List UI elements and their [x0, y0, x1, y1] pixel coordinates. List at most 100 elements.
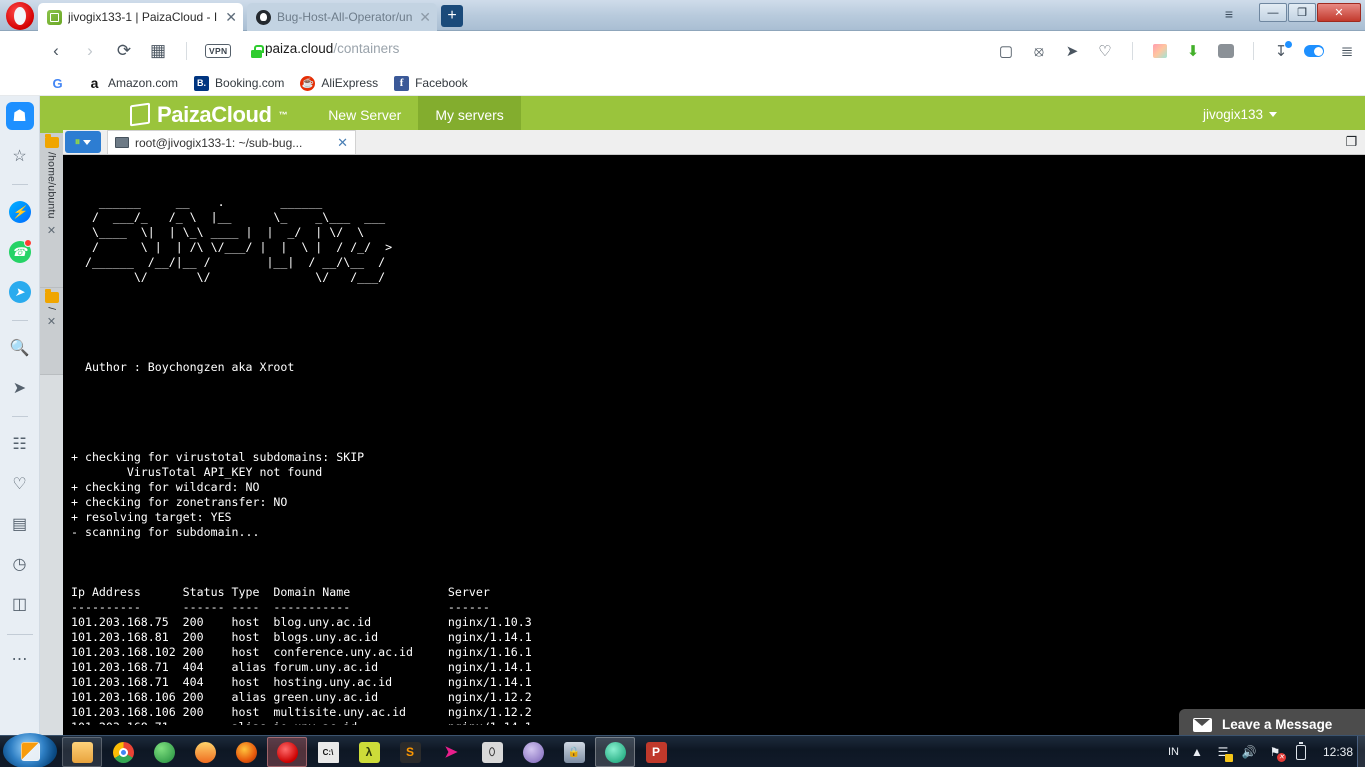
action-center-flag-icon[interactable]: ⚑ ✕ [1267, 744, 1286, 762]
forward-icon[interactable]: › [80, 41, 100, 61]
close-icon[interactable]: ✕ [47, 315, 56, 328]
grid-icon[interactable]: ☷ [6, 430, 34, 458]
taskbar-teamviewer-app[interactable] [595, 737, 635, 767]
file-tab-root[interactable]: / ✕ [40, 288, 63, 375]
terminal-menu-button[interactable]: ⏸ [65, 131, 101, 153]
bookmark-google[interactable]: G [50, 76, 71, 91]
battery-icon[interactable] [1293, 742, 1309, 760]
vpn-badge[interactable]: VPN [205, 44, 232, 58]
table-row: 101.203.168.81 200 host blogs.uny.ac.id … [71, 630, 532, 644]
lambda-app-icon: λ [358, 741, 380, 763]
close-icon[interactable]: ✕ [419, 10, 431, 24]
address-bar[interactable]: paiza.cloud/containers [265, 41, 399, 56]
taskbar-usb-device[interactable]: ⬯ [472, 737, 512, 767]
terminal-tab[interactable]: root@jivogix133-1: ~/sub-bug... ✕ [107, 130, 356, 154]
tab-menu-icon[interactable]: ≡ [1218, 5, 1240, 25]
google-chrome-icon [112, 741, 134, 763]
clock[interactable]: 12:38 [1323, 745, 1353, 759]
status-line: - scanning for subdomain... [71, 525, 260, 539]
taskbar-lambda-app[interactable]: λ [349, 737, 389, 767]
bookmark-label: Amazon.com [108, 76, 179, 90]
opera-logo-icon[interactable] [6, 2, 34, 30]
close-icon[interactable]: ✕ [337, 135, 348, 151]
send-icon[interactable]: ➤ [1062, 41, 1082, 61]
file-tab-home-ubuntu[interactable]: /home/ubuntu ✕ [40, 133, 63, 288]
paizacloud-logo[interactable]: PaizaCloud ™ [130, 102, 288, 128]
sidebar-item-whatsapp[interactable]: ☎ [6, 238, 34, 266]
show-hidden-icons-icon[interactable]: ▲ [1189, 744, 1205, 760]
taskbar-cursor-app[interactable]: ➤ [431, 737, 471, 767]
search-icon[interactable]: 🔍 [6, 334, 34, 362]
file-explorer-icon [71, 741, 93, 763]
taskbar-file-explorer[interactable] [62, 737, 102, 767]
status-line: + checking for wildcard: NO [71, 480, 260, 494]
bookmark-amazon[interactable]: a Amazon.com [87, 75, 179, 91]
reload-icon[interactable]: ⟳ [114, 41, 134, 61]
clock-icon[interactable]: ◷ [6, 550, 34, 578]
easy-setup-icon[interactable]: ≣ [1337, 41, 1357, 61]
downloads-icon[interactable]: ↧ [1271, 41, 1292, 61]
new-tab-button[interactable]: + [441, 5, 463, 27]
taskbar-safe-app[interactable]: 🔒 [554, 737, 594, 767]
divider [11, 320, 28, 321]
messenger-icon[interactable] [1216, 41, 1236, 61]
terminal-output[interactable]: ______ __ . ______ / ___/_ /_ \ |__ \_ _… [63, 155, 1365, 735]
shield-block-icon[interactable]: ⦻ [1029, 41, 1049, 61]
back-icon[interactable]: ‹ [46, 41, 66, 61]
taskbar-p-app[interactable]: P [636, 737, 676, 767]
cube-icon[interactable]: ◫ [6, 590, 34, 618]
maximize-button[interactable]: ❐ [1288, 3, 1316, 22]
paizacloud-header: PaizaCloud ™ New Server My servers jivog… [40, 96, 1365, 133]
taskbar-firefox[interactable] [226, 737, 266, 767]
browser-tab-inactive[interactable]: Bug-Host-All-Operator/un ✕ [247, 3, 437, 31]
close-icon[interactable]: ✕ [225, 10, 237, 24]
folder-icon [44, 289, 59, 303]
taskbar-purple-app[interactable] [513, 737, 553, 767]
bookmark-booking[interactable]: B. Booking.com [194, 75, 284, 91]
bookmark-aliexpress[interactable]: ☕ AliExpress [300, 75, 378, 91]
more-icon[interactable]: ⋯ [6, 645, 34, 673]
nav-my-servers[interactable]: My servers [418, 96, 521, 133]
copy-icon[interactable]: ❐ [1344, 134, 1359, 149]
bookmark-facebook[interactable]: f Facebook [394, 75, 468, 91]
browser-tab-title: Bug-Host-All-Operator/un [277, 10, 413, 24]
crypto-cube-icon[interactable] [1150, 41, 1170, 61]
taskbar-sublime-text[interactable]: S [390, 737, 430, 767]
close-window-button[interactable]: ✕ [1317, 3, 1361, 22]
heart-icon[interactable]: ♡ [1095, 41, 1115, 61]
taskbar-green-browser[interactable] [144, 737, 184, 767]
speed-dial-icon[interactable]: ▦ [148, 41, 168, 61]
camera-icon[interactable]: ▢ [996, 41, 1016, 61]
download-green-icon[interactable]: ⬇ [1183, 41, 1203, 61]
sidebar-item-messenger[interactable]: ⚡ [6, 198, 34, 226]
sidebar-item-speed-dial[interactable]: ☆ [6, 142, 34, 170]
paiza-file-tabs: /home/ubuntu ✕ / ✕ [40, 133, 63, 735]
taskbar-google-chrome[interactable] [103, 737, 143, 767]
table-row: 101.203.168.75 200 host blog.uny.ac.id n… [71, 615, 532, 629]
user-menu[interactable]: jivogix133 [1203, 107, 1277, 122]
news-icon[interactable]: ▤ [6, 510, 34, 538]
sidebar-item-telegram[interactable]: ➤ [6, 278, 34, 306]
sidebar-toggle-icon[interactable] [1304, 41, 1324, 61]
minimize-button[interactable]: — [1259, 3, 1287, 22]
cursor-icon[interactable]: ➤ [6, 374, 34, 402]
taskbar-command-prompt[interactable]: C:\ [308, 737, 348, 767]
teamviewer-app-icon [604, 741, 626, 763]
taskbar-opera-browser[interactable] [267, 737, 307, 767]
table-header-row: Ip Address Status Type Domain Name Serve… [71, 585, 490, 599]
sidebar-item-home[interactable]: ☗ [5, 102, 34, 130]
nav-new-server[interactable]: New Server [311, 96, 418, 133]
start-button[interactable] [3, 733, 57, 767]
network-icon[interactable]: ☰ [1215, 744, 1233, 762]
language-indicator[interactable]: IN [1168, 746, 1179, 758]
show-desktop-button[interactable] [1357, 736, 1365, 767]
heart-icon[interactable]: ♡ [6, 470, 34, 498]
taskbar-maxthon-browser[interactable] [185, 737, 225, 767]
browser-tab-active[interactable]: jivogix133-1 | PaizaCloud - I ✕ [38, 3, 243, 31]
url-path: /containers [333, 41, 400, 56]
taskbar-items: C:\ λ S ➤ ⬯ 🔒 P [62, 737, 676, 767]
results-table: Ip Address Status Type Domain Name Serve… [71, 585, 1365, 735]
close-icon[interactable]: ✕ [47, 224, 56, 237]
volume-icon[interactable]: 🔊 [1241, 744, 1257, 760]
